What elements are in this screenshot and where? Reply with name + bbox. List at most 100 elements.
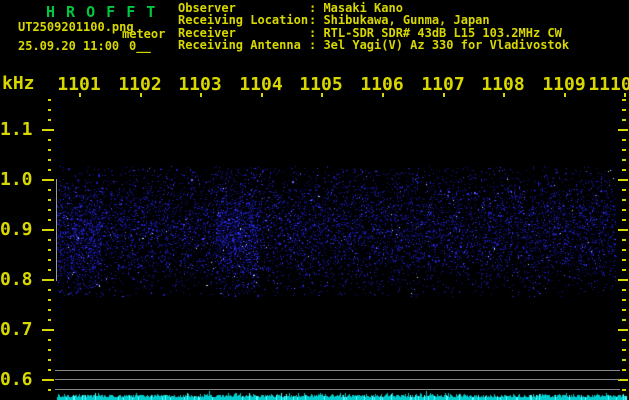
freq-minor-tick-left — [48, 99, 51, 101]
freq-minor-tick-right — [622, 209, 626, 211]
freq-minor-tick-left — [48, 109, 51, 111]
freq-minor-tick-right — [622, 289, 626, 291]
freq-tick-label: 0.6 — [0, 371, 33, 389]
level-line — [55, 379, 620, 380]
freq-major-tick-right — [618, 279, 628, 281]
freq-minor-tick-right — [622, 239, 626, 241]
freq-minor-tick-left — [48, 349, 51, 351]
freq-minor-tick-left — [48, 239, 51, 241]
freq-major-tick-left — [42, 229, 54, 231]
freq-major-tick-left — [42, 179, 54, 181]
freq-minor-tick-right — [622, 309, 626, 311]
freq-minor-tick-left — [48, 159, 51, 161]
freq-minor-tick-left — [48, 269, 51, 271]
info-colon: : — [309, 14, 323, 26]
freq-minor-tick-right — [622, 349, 626, 351]
time-tick-label: 1105 — [299, 77, 342, 93]
freq-minor-tick-right — [622, 199, 626, 201]
receiver-info-row: Receiving Antenna: 3el Yagi(V) Az 330 fo… — [178, 39, 569, 51]
freq-minor-tick-right — [622, 99, 626, 101]
time-tick-mark — [261, 93, 263, 97]
time-tick-label: 1103 — [178, 77, 221, 93]
freq-minor-tick-right — [622, 259, 626, 261]
receiver-info-row: Receiving Location: Shibukawa, Gunma, Ja… — [178, 14, 569, 26]
time-tick-mark — [382, 93, 384, 97]
info-value: 3el Yagi(V) Az 330 for Vladivostok — [323, 39, 569, 51]
freq-major-tick-right — [618, 229, 628, 231]
freq-minor-tick-left — [48, 299, 51, 301]
info-label: Receiving Antenna — [178, 39, 309, 51]
echo-counter: 0__ — [129, 39, 151, 53]
freq-minor-tick-left — [48, 149, 51, 151]
freq-minor-tick-left — [48, 209, 51, 211]
freq-minor-tick-left — [48, 199, 51, 201]
freq-major-tick-right — [618, 179, 628, 181]
time-tick-mark — [321, 93, 323, 97]
filename-text: UT2509201100.png — [18, 20, 134, 34]
app-title: H R O F F T — [46, 3, 156, 21]
freq-major-tick-right — [618, 329, 628, 331]
freq-minor-tick-right — [622, 359, 626, 361]
time-tick-mark — [503, 93, 505, 97]
freq-minor-tick-right — [622, 369, 626, 371]
level-line — [55, 370, 620, 371]
freq-tick-label: 0.8 — [0, 271, 33, 289]
freq-minor-tick-right — [622, 149, 626, 151]
time-tick-label: 1109 — [542, 77, 585, 93]
time-tick-mark — [624, 93, 626, 97]
freq-minor-tick-left — [48, 369, 51, 371]
freq-minor-tick-left — [48, 389, 51, 391]
info-label: Receiving Location — [178, 14, 309, 26]
freq-minor-tick-right — [622, 159, 626, 161]
freq-minor-tick-right — [622, 139, 626, 141]
info-value: Shibukawa, Gunma, Japan — [323, 14, 489, 26]
freq-minor-tick-left — [48, 319, 51, 321]
freq-minor-tick-right — [622, 339, 626, 341]
time-tick-mark — [564, 93, 566, 97]
time-tick-label: 1108 — [481, 77, 524, 93]
freq-minor-tick-left — [48, 219, 51, 221]
freq-minor-tick-right — [622, 389, 626, 391]
freq-minor-tick-left — [48, 259, 51, 261]
spectrogram-canvas — [0, 0, 629, 400]
receiver-band-marker — [56, 179, 57, 281]
time-tick-label: 1102 — [118, 77, 161, 93]
freq-major-tick-left — [42, 329, 54, 331]
receiver-info-block: Observer: Masaki KanoReceiving Location:… — [178, 2, 569, 52]
level-line — [55, 389, 620, 390]
freq-minor-tick-left — [48, 289, 51, 291]
time-tick-label: 1101 — [57, 77, 100, 93]
freq-major-tick-left — [42, 129, 54, 131]
freq-minor-tick-left — [48, 359, 51, 361]
freq-minor-tick-right — [622, 299, 626, 301]
freq-minor-tick-left — [48, 249, 51, 251]
time-tick-label: 1106 — [360, 77, 403, 93]
time-tick-label: 1104 — [239, 77, 282, 93]
freq-minor-tick-left — [48, 189, 51, 191]
freq-minor-tick-right — [622, 319, 626, 321]
freq-tick-label: 1.0 — [0, 171, 33, 189]
freq-minor-tick-left — [48, 309, 51, 311]
freq-tick-label: 1.1 — [0, 121, 33, 139]
time-tick-label: 1110 — [588, 77, 629, 93]
time-tick-mark — [200, 93, 202, 97]
time-tick-mark — [140, 93, 142, 97]
freq-tick-label: 0.7 — [0, 321, 33, 339]
time-tick-label: 1107 — [421, 77, 464, 93]
time-tick-mark — [443, 93, 445, 97]
datetime-text: 25.09.20 11:00 — [18, 39, 119, 53]
hrofft-screen: H R O F F T UT2509201100.png meteor 25.0… — [0, 0, 629, 400]
freq-minor-tick-left — [48, 169, 51, 171]
freq-minor-tick-right — [622, 249, 626, 251]
freq-minor-tick-left — [48, 139, 51, 141]
freq-minor-tick-left — [48, 119, 51, 121]
freq-minor-tick-right — [622, 169, 626, 171]
freq-major-tick-left — [42, 379, 54, 381]
freq-unit-label: kHz — [2, 76, 35, 92]
info-colon: : — [309, 39, 323, 51]
freq-minor-tick-right — [622, 119, 626, 121]
freq-minor-tick-right — [622, 219, 626, 221]
freq-minor-tick-right — [622, 269, 626, 271]
freq-major-tick-left — [42, 279, 54, 281]
freq-minor-tick-right — [622, 109, 626, 111]
